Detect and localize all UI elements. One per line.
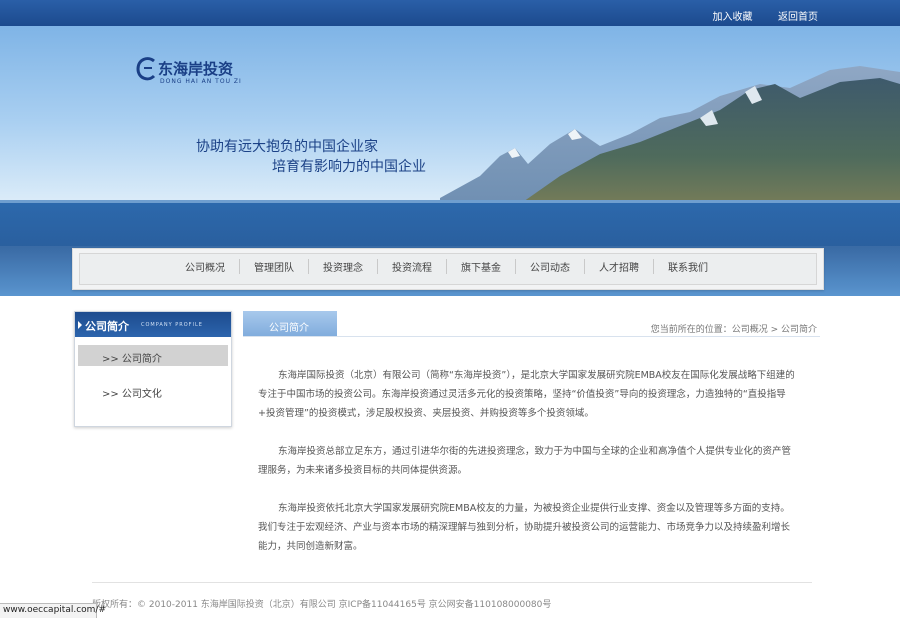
logo-text: 东海岸投资 [158, 60, 234, 78]
main-nav: 公司概况 管理团队 投资理念 投资流程 旗下基金 公司动态 人才招聘 联系我们 [72, 248, 824, 290]
sidebar-item-culture[interactable]: >> 公司文化 [78, 380, 228, 401]
footer-divider [92, 582, 812, 583]
logo-swirl-icon [136, 57, 156, 81]
status-url: www.oeccapital.com/# [3, 605, 106, 615]
nav-item-overview[interactable]: 公司概况 [171, 259, 239, 274]
triangle-icon [78, 321, 82, 329]
breadcrumb: 您当前所在的位置：公司概况 > 公司简介 [650, 325, 817, 335]
article-paragraph-3: 东海岸投资依托北京大学国家发展研究院EMBA校友的力量，为被投资企业提供行业支撑… [258, 503, 791, 552]
nav-item-philosophy[interactable]: 投资理念 [308, 259, 377, 274]
article-body: 东海岸国际投资（北京）有限公司（简称“东海岸投资”），是北京大学国家发展研究院E… [258, 366, 798, 575]
nav-item-news[interactable]: 公司动态 [515, 259, 584, 274]
sidebar-subtitle: COMPANY PROFILE [141, 322, 203, 328]
logo-subtext: DONG HAI AN TOU ZI [160, 78, 242, 85]
nav-item-careers[interactable]: 人才招聘 [584, 259, 653, 274]
section-tab-label: 公司简介 [269, 323, 309, 334]
nav-item-process[interactable]: 投资流程 [377, 259, 446, 274]
sidebar-item-label: >> 公司文化 [102, 389, 162, 400]
slogan-line-2: 培育有影响力的中国企业 [272, 159, 426, 175]
sidebar-item-label: >> 公司简介 [102, 354, 162, 365]
section-tab: 公司简介 [243, 311, 337, 337]
add-favorite-link[interactable]: 加入收藏 [713, 12, 753, 23]
article-paragraph-2: 东海岸投资总部立足东方，通过引进华尔街的先进投资理念，致力于为中国与全球的企业和… [258, 446, 792, 476]
sidebar-title: 公司简介 [85, 320, 129, 333]
divider [243, 336, 820, 337]
top-bar: 加入收藏 返回首页 [0, 0, 900, 26]
sidebar: 公司简介 COMPANY PROFILE >> 公司简介 >> 公司文化 [74, 311, 232, 427]
sidebar-header: 公司简介 COMPANY PROFILE [75, 312, 231, 337]
nav-item-funds[interactable]: 旗下基金 [446, 259, 515, 274]
nav-item-contact[interactable]: 联系我们 [653, 259, 722, 274]
article-paragraph-1: 东海岸国际投资（北京）有限公司（简称“东海岸投资”），是北京大学国家发展研究院E… [258, 370, 795, 419]
home-link[interactable]: 返回首页 [778, 12, 818, 23]
browser-status-bar: www.oeccapital.com/# [0, 603, 106, 618]
slogan-line-1: 协助有远大抱负的中国企业家 [196, 139, 378, 155]
nav-items: 公司概况 管理团队 投资理念 投资流程 旗下基金 公司动态 人才招聘 联系我们 [171, 259, 722, 274]
top-links: 加入收藏 返回首页 [691, 8, 819, 23]
sidebar-item-profile[interactable]: >> 公司简介 [78, 345, 228, 366]
footer-copyright: 版权所有：© 2010-2011 东海岸国际投资（北京）有限公司 京ICP备11… [92, 600, 552, 610]
nav-item-team[interactable]: 管理团队 [239, 259, 308, 274]
